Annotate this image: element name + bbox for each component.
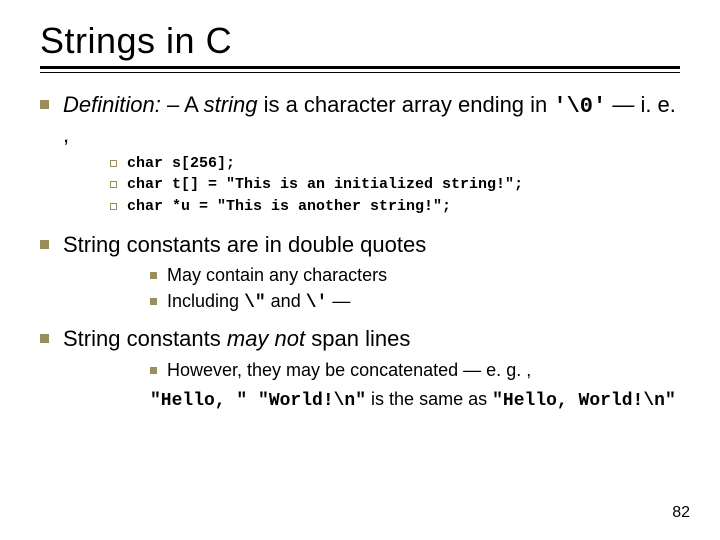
title-rule-thin [40, 72, 680, 73]
double-quotes-sublist: May contain any characters Including \" … [150, 264, 680, 315]
bullet-span-lines: String constants may not span lines [40, 325, 680, 353]
bullet-double-quotes: String constants are in double quotes [40, 231, 680, 259]
definition-dash: – A [161, 92, 204, 117]
slide-body: Definition: – A string is a character ar… [40, 91, 680, 413]
sub-including-e: — [327, 291, 350, 311]
square-bullet-icon [150, 367, 157, 374]
code-line-2: char t[] = "This is an initialized strin… [110, 175, 680, 195]
code-examples: char s[256]; char t[] = "This is an init… [110, 154, 680, 217]
code-line-3: char *u = "This is another string!"; [110, 197, 680, 217]
title-rule-thick [40, 66, 680, 69]
hollow-bullet-icon [110, 203, 117, 210]
definition-prefix: Definition: [63, 92, 161, 117]
span-lines-text: String constants may not span lines [63, 325, 410, 353]
sub-including-a: Including [167, 291, 244, 311]
span-lines-c: span lines [305, 326, 410, 351]
hollow-bullet-icon [110, 160, 117, 167]
code-text-2: char t[] = "This is an initialized strin… [127, 175, 523, 195]
code-text-3: char *u = "This is another string!"; [127, 197, 451, 217]
sub-including-b: \" [244, 293, 266, 313]
span-lines-a: String constants [63, 326, 227, 351]
sub-including-c: and [266, 291, 306, 311]
bullet-definition: Definition: – A string is a character ar… [40, 91, 680, 148]
page-number: 82 [672, 504, 690, 522]
concat-note-line1: However, they may be concatenated — e. g… [150, 359, 680, 382]
square-bullet-icon [150, 272, 157, 279]
sub-including: Including \" and \' — [150, 290, 680, 315]
definition-rest: is a character array ending in [257, 92, 553, 117]
definition-string-word: string [204, 92, 258, 117]
definition-text: Definition: – A string is a character ar… [63, 91, 680, 148]
concat-note: However, they may be concatenated — e. g… [150, 359, 680, 414]
sub-may-contain-text: May contain any characters [167, 264, 387, 287]
concat-note-line2: "Hello, " "World!\n" is the same as "Hel… [150, 388, 680, 413]
sub-may-contain: May contain any characters [150, 264, 680, 287]
concat-code-1: "Hello, " "World!\n" [150, 391, 366, 411]
concat-mid: is the same as [366, 389, 492, 409]
definition-nul-code: '\0' [553, 94, 606, 119]
code-text-1: char s[256]; [127, 154, 235, 174]
sub-including-text: Including \" and \' — [167, 290, 350, 315]
code-line-1: char s[256]; [110, 154, 680, 174]
sub-including-d: \' [306, 293, 328, 313]
slide: Strings in C Definition: – A string is a… [0, 0, 720, 540]
concat-note-text: However, they may be concatenated — e. g… [167, 359, 531, 382]
square-bullet-icon [40, 240, 49, 249]
slide-title: Strings in C [40, 20, 680, 62]
square-bullet-icon [40, 334, 49, 343]
square-bullet-icon [40, 100, 49, 109]
square-bullet-icon [150, 298, 157, 305]
hollow-bullet-icon [110, 181, 117, 188]
concat-code-2: "Hello, World!\n" [492, 391, 676, 411]
double-quotes-text: String constants are in double quotes [63, 231, 426, 259]
span-lines-b: may not [227, 326, 305, 351]
